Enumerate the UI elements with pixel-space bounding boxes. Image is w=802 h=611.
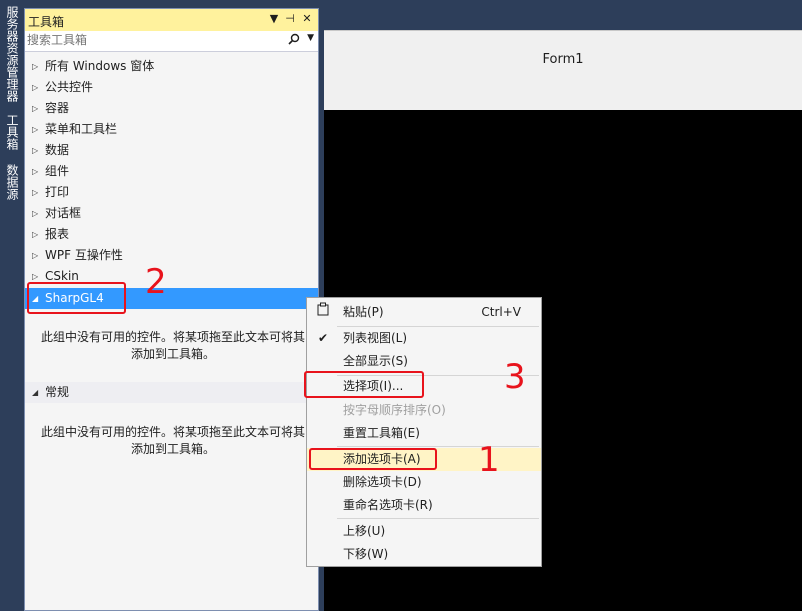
category-label: 数据 <box>45 143 70 157</box>
annotation-number-1: 1 <box>478 440 500 480</box>
toolbox-category-dialogs[interactable]: ▷ 对话框 <box>25 203 318 224</box>
menu-shortcut: Ctrl+V <box>481 305 521 319</box>
category-label: 报表 <box>45 227 70 241</box>
side-tab-server-explorer[interactable]: 服务器资源管理器 <box>3 6 21 102</box>
toolbox-title: 工具箱 <box>28 15 65 29</box>
toolbox-category-general[interactable]: ◢ 常规 <box>25 382 318 403</box>
category-label: 所有 Windows 窗体 <box>45 59 155 73</box>
form-menu-strip <box>324 82 802 110</box>
empty-message-line: 添加到工具箱。 <box>130 442 215 456</box>
menu-item-label: 粘贴(P) <box>343 305 384 319</box>
context-menu: 粘贴(P) Ctrl+V ✔ 列表视图(L) 全部显示(S) 选择项(I)...… <box>306 297 542 567</box>
side-tab-strip: 服务器资源管理器 工具箱 数据源 <box>0 0 24 611</box>
toolbox-category-common-controls[interactable]: ▷ 公共控件 <box>25 77 318 98</box>
empty-group-message: 此组中没有可用的控件。将某项拖至此文本可将其 添加到工具箱。 <box>33 329 313 363</box>
expand-arrow-icon: ▷ <box>32 209 39 218</box>
menu-item-paste[interactable]: 粘贴(P) Ctrl+V <box>307 301 541 324</box>
pin-icon[interactable]: ⊣ <box>283 12 297 26</box>
expand-arrow-icon: ▷ <box>32 167 39 176</box>
check-icon: ✔ <box>317 331 329 345</box>
paste-icon <box>315 301 331 324</box>
toolbox-category-reporting[interactable]: ▷ 报表 <box>25 224 318 245</box>
menu-item-reset-toolbox[interactable]: 重置工具箱(E) <box>307 422 541 445</box>
menu-item-delete-tab[interactable]: 删除选项卡(D) <box>307 471 541 494</box>
expand-arrow-icon: ▷ <box>32 230 39 239</box>
empty-group-message: 此组中没有可用的控件。将某项拖至此文本可将其 添加到工具箱。 <box>33 424 313 458</box>
annotation-box-choose-items <box>304 371 424 398</box>
toolbox-category-components[interactable]: ▷ 组件 <box>25 161 318 182</box>
toolbox-category-printing[interactable]: ▷ 打印 <box>25 182 318 203</box>
menu-item-label: 下移(W) <box>343 547 389 561</box>
menu-separator <box>337 446 539 447</box>
annotation-box-add-tab <box>309 448 437 470</box>
menu-item-rename-tab[interactable]: 重命名选项卡(R) <box>307 494 541 517</box>
form-title: Form1 <box>542 52 584 67</box>
annotation-box-sharpgl4 <box>27 282 126 314</box>
expand-arrow-icon: ▷ <box>32 188 39 197</box>
annotation-number-3: 3 <box>504 357 526 397</box>
side-tab-toolbox[interactable]: 工具箱 <box>3 114 21 150</box>
category-label: 公共控件 <box>45 80 94 94</box>
toolbox-category-wpf-interop[interactable]: ▷ WPF 互操作性 <box>25 245 318 266</box>
category-label: 菜单和工具栏 <box>45 122 118 136</box>
menu-item-label: 删除选项卡(D) <box>343 475 422 489</box>
toolbox-category-containers[interactable]: ▷ 容器 <box>25 98 318 119</box>
expand-arrow-icon: ▷ <box>32 62 39 71</box>
empty-message-line: 此组中没有可用的控件。将某项拖至此文本可将其 <box>40 330 305 344</box>
menu-item-label: 列表视图(L) <box>343 331 408 345</box>
side-tab-data-sources[interactable]: 数据源 <box>3 164 21 200</box>
category-label: 对话框 <box>45 206 82 220</box>
category-label: 打印 <box>45 185 70 199</box>
menu-item-list-view[interactable]: ✔ 列表视图(L) <box>307 327 541 350</box>
toolbox-search-input[interactable] <box>27 32 277 48</box>
category-label: WPF 互操作性 <box>45 248 123 262</box>
menu-separator <box>337 518 539 519</box>
menu-item-label: 按字母顺序排序(O) <box>343 403 446 417</box>
toolbox-search: ▼ <box>25 31 318 52</box>
expand-arrow-icon: ▷ <box>32 104 39 113</box>
toolbox-category-data[interactable]: ▷ 数据 <box>25 140 318 161</box>
annotation-number-2: 2 <box>145 262 167 302</box>
empty-message-line: 此组中没有可用的控件。将某项拖至此文本可将其 <box>40 425 305 439</box>
toolbox-category-all-windows-forms[interactable]: ▷ 所有 Windows 窗体 <box>25 56 318 77</box>
toolbox-category-menus-toolbars[interactable]: ▷ 菜单和工具栏 <box>25 119 318 140</box>
expand-arrow-icon: ▷ <box>32 83 39 92</box>
search-dropdown-icon[interactable]: ▼ <box>307 33 314 43</box>
empty-message-line: 添加到工具箱。 <box>130 347 215 361</box>
expand-arrow-icon: ▷ <box>32 125 39 134</box>
expand-arrow-icon: ▷ <box>32 146 39 155</box>
menu-item-move-up[interactable]: 上移(U) <box>307 520 541 543</box>
menu-item-label: 重命名选项卡(R) <box>343 498 433 512</box>
menu-item-sort-alphabetically: 按字母顺序排序(O) <box>307 399 541 422</box>
category-label: 组件 <box>45 164 70 178</box>
expand-arrow-icon: ▷ <box>32 251 39 260</box>
collapse-arrow-icon: ◢ <box>32 388 39 397</box>
form-title-bar[interactable]: Form1 <box>324 38 802 83</box>
close-icon[interactable]: ✕ <box>300 12 314 26</box>
category-label: 常规 <box>45 385 70 399</box>
dropdown-icon[interactable]: ▼ <box>267 12 281 26</box>
menu-item-label: 全部显示(S) <box>343 354 408 368</box>
category-label: 容器 <box>45 101 70 115</box>
search-icon[interactable] <box>288 33 300 48</box>
menu-item-label: 重置工具箱(E) <box>343 426 420 440</box>
toolbox-title-bar: 工具箱 ▼ ⊣ ✕ <box>25 9 318 31</box>
menu-item-label: 上移(U) <box>343 524 386 538</box>
menu-item-move-down[interactable]: 下移(W) <box>307 543 541 566</box>
